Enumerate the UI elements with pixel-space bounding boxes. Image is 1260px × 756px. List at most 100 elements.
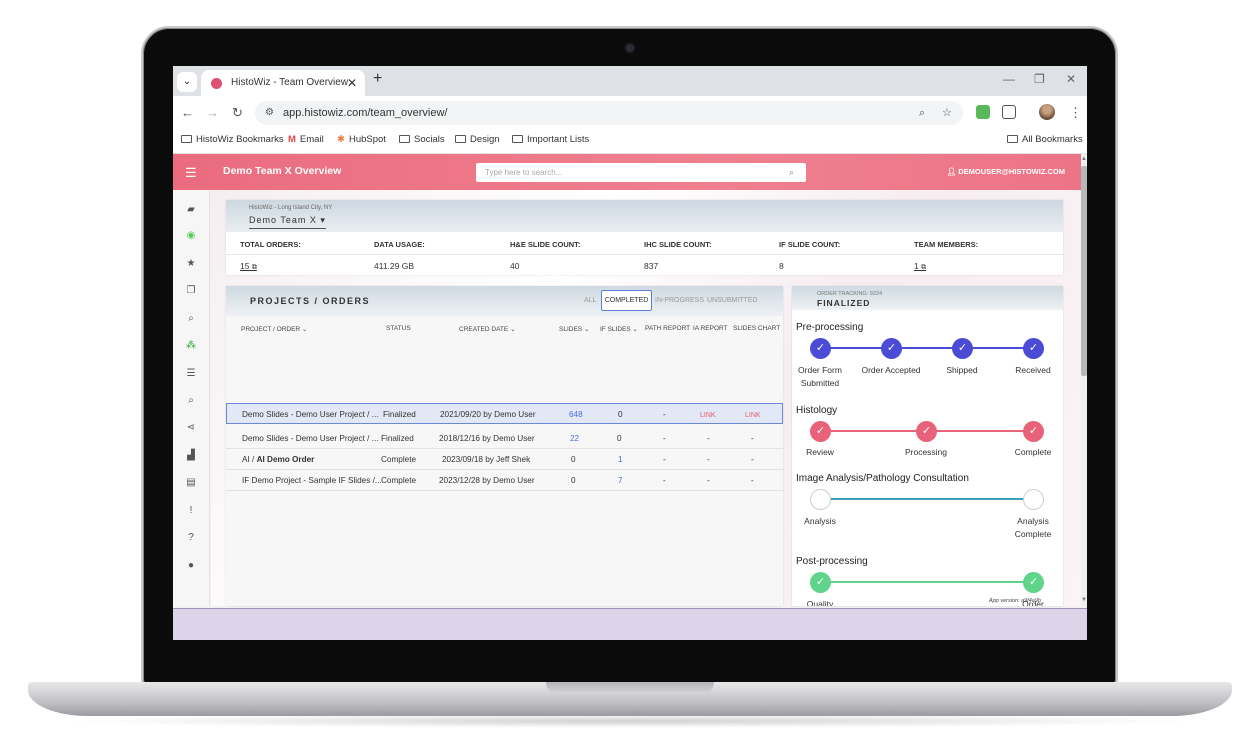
team-location: HistoWiz - Long Island City, NY bbox=[249, 205, 333, 211]
team-header: HistoWiz - Long Island City, NY Demo Tea… bbox=[226, 200, 1063, 232]
filter-completed[interactable]: COMPLETED bbox=[601, 290, 652, 311]
close-icon[interactable]: ✕ bbox=[347, 70, 357, 96]
search-input[interactable]: Type here to search... ⌕ bbox=[476, 163, 806, 182]
section-image-analysis: Image Analysis/Pathology Consultation bbox=[796, 473, 969, 484]
stat-label-he-count: H&E SLIDE COUNT: bbox=[510, 240, 581, 249]
bookmark-socials[interactable]: Socials bbox=[399, 134, 445, 145]
pending-step-icon bbox=[1023, 489, 1044, 510]
scroll-down-icon[interactable]: ▼ bbox=[1081, 597, 1087, 603]
window-close-icon[interactable]: ✕ bbox=[1066, 72, 1076, 86]
new-order-folder-icon[interactable]: ▰ bbox=[185, 204, 197, 216]
tab-histowiz[interactable]: HistoWiz - Team Overview ✕ bbox=[201, 70, 365, 96]
reload-icon[interactable]: ↻ bbox=[232, 105, 243, 121]
project-name: Demo Slides - Demo User Project / ... bbox=[242, 434, 379, 443]
bookmark-important-lists[interactable]: Important Lists bbox=[512, 134, 589, 145]
column-header-if-slides[interactable]: IF SLIDES ⌄ bbox=[600, 325, 638, 333]
bookmark-design[interactable]: Design bbox=[455, 134, 500, 145]
total-orders-link[interactable]: 15 ⧉ bbox=[240, 261, 257, 272]
minimize-icon[interactable]: — bbox=[1003, 72, 1015, 86]
filter-all[interactable]: ALL bbox=[584, 297, 596, 304]
created-date: 2021/09/20 by Demo User bbox=[440, 410, 536, 419]
new-tab-button[interactable]: + bbox=[373, 70, 382, 88]
search-slides-icon[interactable]: ⌕ bbox=[185, 313, 197, 325]
scroll-thumb[interactable] bbox=[1081, 166, 1087, 376]
step-review: Review bbox=[806, 447, 834, 457]
extensions-puzzle-icon[interactable] bbox=[1002, 105, 1016, 119]
feedback-icon[interactable]: ! bbox=[185, 505, 197, 517]
filter-in-progress[interactable]: IN-PROGRESS bbox=[655, 297, 704, 304]
list-icon[interactable]: ☰ bbox=[185, 368, 197, 380]
tracking-header: ORDER TRACKING: 9224 FINALIZED bbox=[792, 286, 1063, 310]
restore-icon[interactable]: ❐ bbox=[1034, 72, 1045, 86]
step-analysis: Analysis bbox=[804, 516, 836, 526]
laptop-shadow bbox=[60, 714, 1200, 728]
table-row[interactable]: AI / AI Demo Order Complete 2023/09/18 b… bbox=[226, 449, 783, 470]
path-report: - bbox=[663, 410, 666, 419]
team-new-icon[interactable]: ◉ bbox=[185, 230, 197, 242]
column-header-status[interactable]: STATUS bbox=[386, 325, 411, 332]
data-usage-value: 411.29 GB bbox=[374, 261, 415, 271]
bookmark-hubspot[interactable]: ✱ HubSpot bbox=[337, 134, 386, 145]
menu-dots-icon[interactable]: ⋮ bbox=[1069, 105, 1082, 121]
chat-icon[interactable]: ▤ bbox=[185, 477, 197, 489]
table-row[interactable]: Demo Slides - Demo User Project / ... Fi… bbox=[226, 428, 783, 449]
ia-report: - bbox=[707, 476, 710, 485]
created-date: 2023/09/18 by Jeff Shek bbox=[442, 455, 531, 464]
bookmark-histowiz[interactable]: HistoWiz Bookmarks bbox=[181, 134, 284, 145]
folder-icon bbox=[1007, 135, 1018, 143]
tab-search-icon[interactable]: ⌄ bbox=[177, 72, 197, 92]
image-search-icon[interactable]: ⌕ bbox=[185, 395, 197, 407]
folder-icon bbox=[399, 135, 410, 143]
orders-card: PROJECTS / ORDERS ALL COMPLETED IN-PROGR… bbox=[226, 286, 783, 606]
ideas-bulb-icon[interactable]: ● bbox=[185, 560, 197, 572]
column-header-slides[interactable]: SLIDES ⌄ bbox=[559, 325, 589, 333]
back-arrow-icon[interactable]: ← bbox=[181, 105, 194, 120]
slides-copy-icon[interactable]: ❐ bbox=[185, 285, 197, 297]
slides-link[interactable]: 648 bbox=[569, 410, 583, 419]
orders-title: PROJECTS / ORDERS bbox=[250, 296, 371, 306]
table-row[interactable]: IF Demo Project - Sample IF Slides /... … bbox=[226, 470, 783, 491]
scroll-up-icon[interactable]: ▲ bbox=[1081, 156, 1087, 162]
zoom-icon[interactable]: ⌕ bbox=[919, 101, 925, 125]
site-settings-icon[interactable]: ⚙ bbox=[265, 101, 274, 125]
help-icon[interactable]: ? bbox=[185, 532, 197, 544]
step-analysis-complete: Analysis Complete bbox=[1014, 516, 1052, 539]
forward-arrow-icon[interactable]: → bbox=[206, 105, 219, 120]
ia-report-link[interactable]: LINK bbox=[700, 412, 716, 419]
if-slides-count: 0 bbox=[618, 410, 623, 419]
team-selector[interactable]: Demo Team X ▾ bbox=[249, 215, 326, 229]
histowiz-favicon-icon bbox=[211, 78, 222, 89]
user-account[interactable]: 👤︎ DEMOUSER@HISTOWIZ.COM bbox=[947, 167, 1065, 176]
team-members-link[interactable]: 1 ⧉ bbox=[914, 261, 926, 272]
all-bookmarks[interactable]: All Bookmarks bbox=[1007, 134, 1083, 145]
star-icon[interactable]: ☆ bbox=[942, 101, 952, 125]
extension-sheets-icon[interactable] bbox=[976, 105, 990, 119]
slides-chart: - bbox=[751, 476, 754, 485]
if-slides-link[interactable]: 7 bbox=[618, 476, 623, 485]
project-name: AI / AI Demo Order bbox=[242, 455, 315, 464]
check-icon: ✓ bbox=[810, 572, 831, 593]
url-input[interactable]: ⚙ app.histowiz.com/team_overview/ ⌕ ☆ bbox=[255, 101, 963, 125]
favorites-star-icon[interactable]: ★ bbox=[185, 258, 197, 270]
gmail-icon: M bbox=[288, 134, 296, 145]
if-slides-link[interactable]: 1 bbox=[618, 455, 623, 464]
bookmark-email[interactable]: M Email bbox=[288, 134, 324, 145]
column-header-project[interactable]: PROJECT / ORDER ⌄ bbox=[241, 325, 307, 333]
stat-label-if-count: IF SLIDE COUNT: bbox=[779, 240, 841, 249]
hamburger-menu-icon[interactable]: ☰ bbox=[185, 165, 197, 181]
slides-chart-link[interactable]: LINK bbox=[745, 412, 761, 419]
team-hierarchy-icon[interactable]: ⁂ bbox=[185, 340, 197, 352]
search-icon[interactable]: ⌕ bbox=[789, 163, 794, 182]
section-pre-processing: Pre-processing bbox=[796, 322, 864, 333]
table-row[interactable]: Demo Slides - Demo User Project / ... Fi… bbox=[226, 403, 783, 424]
profile-avatar[interactable] bbox=[1039, 104, 1055, 120]
filter-unsubmitted[interactable]: UNSUBMITTED bbox=[707, 297, 758, 304]
column-header-created[interactable]: CREATED DATE ⌄ bbox=[459, 325, 516, 333]
hubspot-icon: ✱ bbox=[337, 134, 345, 145]
slides-link[interactable]: 22 bbox=[570, 434, 579, 443]
external-link-icon: ⧉ bbox=[251, 264, 257, 271]
check-icon: ✓ bbox=[810, 338, 831, 359]
analytics-icon[interactable]: ▟ bbox=[185, 450, 197, 462]
share-icon[interactable]: ⋖ bbox=[185, 422, 197, 434]
path-report: - bbox=[663, 455, 666, 464]
